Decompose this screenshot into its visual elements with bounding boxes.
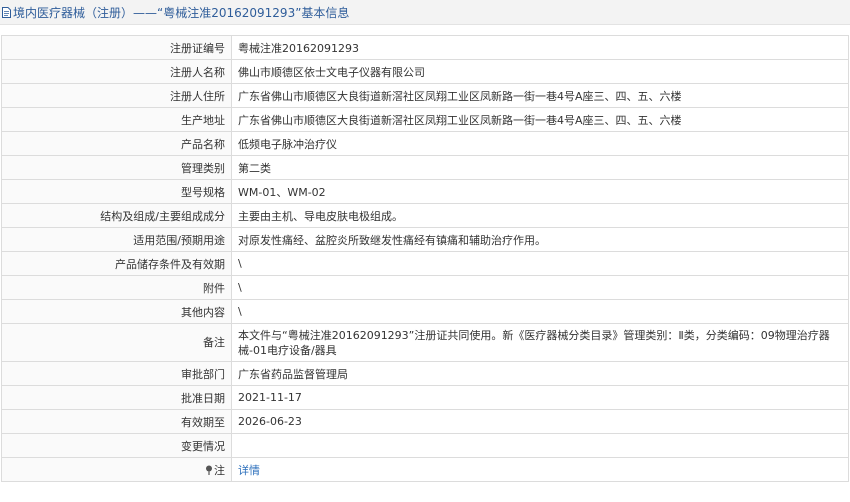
table-row: 结构及组成/主要组成成分 主要由主机、导电皮肤电极组成。 [1,203,849,228]
row-label: 生产地址 [1,107,232,132]
row-label: 管理类别 [1,155,232,180]
table-row: 适用范围/预期用途 对原发性痛经、盆腔炎所致继发性痛经有镇痛和辅助治疗作用。 [1,227,849,252]
row-value: 广东省佛山市顺德区大良街道新滘社区凤翔工业区凤新路一街一巷4号A座三、四、五、六… [231,107,849,132]
row-label: 批准日期 [1,385,232,410]
footer-note-value-cell: 详情 [231,457,849,482]
row-label: 产品名称 [1,131,232,156]
row-value: 广东省药品监督管理局 [231,361,849,386]
row-value: 本文件与“粤械注准20162091293”注册证共同使用。新《医疗器械分类目录》… [231,323,849,362]
row-value: 2026-06-23 [231,409,849,434]
footer-note-label: 注 [214,463,225,477]
table-row: 附件 \ [1,275,849,300]
row-value: WM-01、WM-02 [231,179,849,204]
table-row: 备注 本文件与“粤械注准20162091293”注册证共同使用。新《医疗器械分类… [1,323,849,362]
table-row: 注 详情 [1,457,849,482]
row-label: 适用范围/预期用途 [1,227,232,252]
row-value: 低频电子脉冲治疗仪 [231,131,849,156]
page-title-bar: 境内医疗器械（注册）——“粤械注准20162091293”基本信息 [0,0,850,25]
row-value: \ [231,275,849,300]
table-row: 批准日期 2021-11-17 [1,385,849,410]
row-value: 主要由主机、导电皮肤电极组成。 [231,203,849,228]
row-label: 其他内容 [1,299,232,324]
row-label: 产品储存条件及有效期 [1,251,232,276]
table-row: 其他内容 \ [1,299,849,324]
table-row: 产品储存条件及有效期 \ [1,251,849,276]
row-label: 变更情况 [1,433,232,458]
row-value: 佛山市顺德区依士文电子仪器有限公司 [231,59,849,84]
row-value: 对原发性痛经、盆腔炎所致继发性痛经有镇痛和辅助治疗作用。 [231,227,849,252]
row-label: 注册证编号 [1,35,232,60]
table-row: 有效期至 2026-06-23 [1,409,849,434]
detail-table: 注册证编号 粤械注准20162091293 注册人名称 佛山市顺德区依士文电子仪… [1,35,849,482]
row-label: 型号规格 [1,179,232,204]
row-value [231,433,849,458]
row-value: \ [231,299,849,324]
table-row: 注册证编号 粤械注准20162091293 [1,35,849,60]
row-label: 注册人名称 [1,59,232,84]
row-value: 第二类 [231,155,849,180]
details-link[interactable]: 详情 [238,464,260,477]
row-label: 结构及组成/主要组成成分 [1,203,232,228]
row-label: 注册人住所 [1,83,232,108]
row-label: 审批部门 [1,361,232,386]
page-title: 境内医疗器械（注册）——“粤械注准20162091293”基本信息 [13,5,350,20]
table-row: 变更情况 [1,433,849,458]
table-row: 产品名称 低频电子脉冲治疗仪 [1,131,849,156]
footer-note-label-cell: 注 [1,457,232,482]
table-row: 审批部门 广东省药品监督管理局 [1,361,849,386]
row-value: \ [231,251,849,276]
row-label: 有效期至 [1,409,232,434]
table-row: 型号规格 WM-01、WM-02 [1,179,849,204]
table-row: 注册人住所 广东省佛山市顺德区大良街道新滘社区凤翔工业区凤新路一街一巷4号A座三… [1,83,849,108]
table-row: 注册人名称 佛山市顺德区依士文电子仪器有限公司 [1,59,849,84]
row-label: 附件 [1,275,232,300]
row-label: 备注 [1,323,232,362]
table-row: 生产地址 广东省佛山市顺德区大良街道新滘社区凤翔工业区凤新路一街一巷4号A座三、… [1,107,849,132]
pin-icon [205,465,213,475]
document-icon [2,6,11,18]
row-value: 广东省佛山市顺德区大良街道新滘社区凤翔工业区凤新路一街一巷4号A座三、四、五、六… [231,83,849,108]
row-value: 粤械注准20162091293 [231,35,849,60]
row-value: 2021-11-17 [231,385,849,410]
table-row: 管理类别 第二类 [1,155,849,180]
